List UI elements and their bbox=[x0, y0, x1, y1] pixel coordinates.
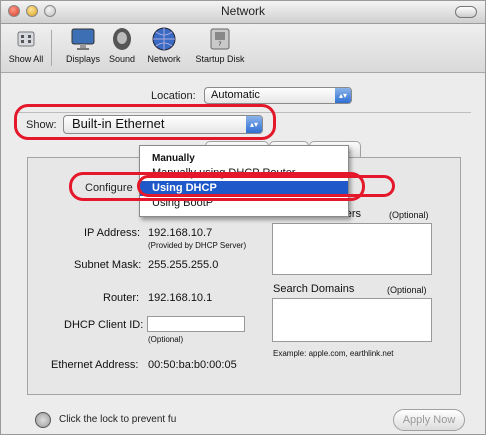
location-value: Automatic bbox=[211, 89, 260, 101]
location-popup[interactable]: Automatic ▴▾ bbox=[204, 87, 352, 104]
toolbar-show-all[interactable]: Show All bbox=[7, 26, 45, 70]
toolbar-divider bbox=[51, 30, 52, 66]
annotation-highlight-show bbox=[14, 104, 276, 140]
dhcp-optional: (Optional) bbox=[148, 335, 184, 344]
disk-icon: ? bbox=[210, 28, 230, 50]
display-icon bbox=[71, 28, 95, 50]
menu-item-manually[interactable]: Manually bbox=[140, 151, 348, 166]
lock-hint-text: Click the lock to prevent fu bbox=[59, 414, 177, 425]
search-domains-field[interactable] bbox=[272, 298, 432, 342]
network-globe-icon bbox=[152, 27, 176, 51]
toolbar-label: Sound bbox=[108, 54, 136, 64]
dhcp-client-id-input[interactable] bbox=[147, 316, 245, 332]
subnet-value: 255.255.255.0 bbox=[148, 259, 219, 271]
dhcp-client-id-label: DHCP Client ID: bbox=[64, 319, 144, 331]
toolbar-label: Show All bbox=[8, 54, 44, 64]
svg-text:?: ? bbox=[218, 41, 221, 48]
toolbar: Show All Displays Sound Network ? Startu… bbox=[1, 24, 485, 73]
lock-icon[interactable] bbox=[35, 412, 51, 428]
toolbar-sound[interactable]: Sound bbox=[105, 26, 139, 70]
ethernet-address-label: Ethernet Address: bbox=[51, 359, 139, 371]
ip-label: IP Address: bbox=[84, 227, 141, 239]
toolbar-toggle-button[interactable] bbox=[455, 6, 477, 18]
search-domains-label: Search Domains bbox=[273, 283, 355, 295]
ethernet-address-value: 00:50:ba:b0:00:05 bbox=[148, 359, 237, 371]
subnet-label: Subnet Mask: bbox=[74, 259, 142, 271]
toolbar-displays[interactable]: Displays bbox=[63, 26, 103, 70]
network-preferences-window: Network Show All Displays Sound Network … bbox=[0, 0, 486, 435]
dns-servers-field[interactable] bbox=[272, 223, 432, 275]
toolbar-network[interactable]: Network bbox=[141, 26, 187, 70]
ip-note: (Provided by DHCP Server) bbox=[148, 241, 247, 250]
title-bar: Network bbox=[1, 1, 485, 24]
popup-arrows-icon: ▴▾ bbox=[335, 88, 351, 103]
apply-now-button[interactable]: Apply Now bbox=[393, 409, 465, 431]
toolbar-label: Displays bbox=[65, 54, 100, 64]
annotation-highlight-using-dhcp bbox=[137, 175, 395, 197]
toolbar-startup-disk[interactable]: ? Startup Disk bbox=[189, 26, 251, 70]
bottom-bar: Click the lock to prevent fu Apply Now bbox=[1, 405, 485, 434]
dns-optional: (Optional) bbox=[389, 210, 429, 220]
window-title: Network bbox=[220, 4, 265, 18]
location-label: Location: bbox=[151, 90, 196, 102]
speaker-icon bbox=[113, 28, 131, 50]
router-label: Router: bbox=[103, 292, 140, 304]
router-value: 192.168.10.1 bbox=[148, 292, 213, 304]
ip-value: 192.168.10.7 bbox=[148, 227, 213, 239]
show-all-icon bbox=[17, 31, 35, 47]
toolbar-label: Network bbox=[147, 54, 181, 64]
search-optional: (Optional) bbox=[387, 285, 427, 295]
example-text: Example: apple.com, earthlink.net bbox=[273, 349, 394, 358]
toolbar-label: Startup Disk bbox=[195, 54, 245, 64]
